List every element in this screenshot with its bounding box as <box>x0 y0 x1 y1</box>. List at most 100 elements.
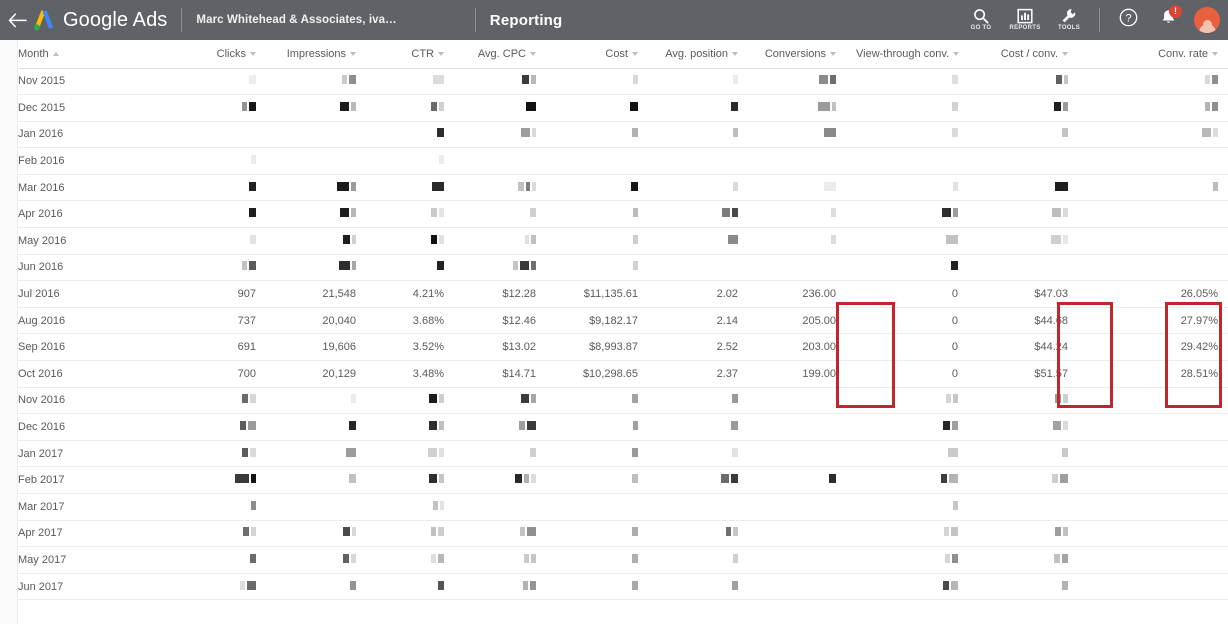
notifications-button[interactable]: ! <box>1148 0 1188 40</box>
account-name[interactable]: Marc Whitehead & Associates, iva… <box>196 14 396 26</box>
tools-button[interactable]: TOOLS <box>1047 0 1091 40</box>
redaction-block <box>726 527 731 537</box>
cell-value: 4.21% <box>366 280 454 308</box>
redaction-blocks <box>349 474 356 484</box>
cell-redacted <box>178 493 266 521</box>
cell-value: $14.71 <box>454 360 546 388</box>
table-row[interactable]: Mar 2017 <box>0 493 1228 521</box>
redaction-block <box>349 421 356 431</box>
cell-redacted <box>968 227 1078 255</box>
table-row[interactable]: May 2017 <box>0 546 1228 574</box>
chevron-down-icon[interactable] <box>530 51 536 56</box>
cell-redacted <box>266 94 366 122</box>
cell-redacted <box>266 121 366 149</box>
table-row[interactable]: Jun 2017 <box>0 573 1228 601</box>
redaction-block <box>1062 580 1068 590</box>
column-header-view-through-conv[interactable]: View-through conv. <box>846 40 968 69</box>
cell-redacted <box>546 94 648 122</box>
goto-button[interactable]: GO TO <box>959 0 1003 40</box>
table-row[interactable]: Sep 2016 691 19,606 3.52% $13.02 $8,993.87 2.5… <box>0 333 1228 362</box>
redaction-block <box>941 474 947 484</box>
redaction-block <box>340 101 349 111</box>
table-row[interactable]: Nov 2015 <box>0 68 1228 96</box>
redaction-block <box>633 261 638 271</box>
redaction-blocks <box>519 421 536 431</box>
redaction-blocks <box>946 234 958 244</box>
redaction-blocks <box>633 234 638 244</box>
redaction-blocks <box>1054 101 1068 111</box>
redaction-block <box>952 553 958 563</box>
table-row[interactable]: Nov 2016 <box>0 387 1228 415</box>
cell-redacted <box>546 227 648 255</box>
chevron-down-icon[interactable] <box>1212 51 1218 56</box>
table-row[interactable]: Mar 2016 <box>0 174 1228 202</box>
redaction-blocks <box>431 527 444 537</box>
column-header-label: Impressions <box>286 47 346 60</box>
table-row[interactable]: Feb 2017 <box>0 466 1228 494</box>
redaction-block <box>732 208 738 218</box>
cell-redacted <box>1078 200 1228 229</box>
sort-asc-icon[interactable] <box>52 51 59 56</box>
chevron-down-icon[interactable] <box>250 51 256 56</box>
table-row[interactable]: Jul 2016 907 21,548 4.21% $12.28 $11,135.61 2.… <box>0 280 1228 308</box>
table-row[interactable]: Jan 2016 <box>0 121 1228 149</box>
cell-redacted <box>1078 573 1228 601</box>
table-row[interactable]: Apr 2017 <box>0 520 1228 548</box>
back-arrow-icon[interactable] <box>0 0 34 40</box>
column-header-avg-cpc[interactable]: Avg. CPC <box>454 40 546 69</box>
google-ads-brand[interactable]: Google Ads <box>32 8 167 32</box>
column-header-cost[interactable]: Cost <box>546 40 648 69</box>
chevron-down-icon[interactable] <box>830 51 836 56</box>
cell-redacted <box>1078 546 1228 574</box>
redaction-block <box>515 474 522 484</box>
table-row[interactable]: Aug 2016 737 20,040 3.68% $12.46 $9,182.17 2.1… <box>0 307 1228 335</box>
redaction-block <box>1063 208 1068 218</box>
reports-button[interactable]: REPORTS <box>1003 0 1047 40</box>
redaction-blocks <box>1051 234 1068 244</box>
table-row[interactable]: Dec 2016 <box>0 413 1228 441</box>
table-row[interactable]: Oct 2016 700 20,129 3.48% $14.71 $10,298.65 2.… <box>0 360 1228 388</box>
cell-redacted <box>648 573 748 601</box>
table-row[interactable]: Dec 2015 <box>0 94 1228 122</box>
table-row[interactable]: Apr 2016 <box>0 200 1228 229</box>
redaction-blocks <box>243 527 256 537</box>
column-header-month[interactable]: Month <box>0 40 178 69</box>
table-row[interactable]: Feb 2016 <box>0 147 1228 175</box>
column-header-clicks[interactable]: Clicks <box>178 40 266 69</box>
cell-redacted <box>1078 94 1228 122</box>
redaction-block <box>520 527 525 537</box>
cell-redacted <box>178 200 266 229</box>
chevron-down-icon[interactable] <box>350 51 356 56</box>
redaction-block <box>250 447 256 457</box>
help-button[interactable]: ? <box>1108 0 1148 40</box>
redaction-block <box>526 181 530 191</box>
cell-redacted <box>546 546 648 574</box>
redaction-blocks <box>732 580 738 590</box>
avatar[interactable] <box>1194 7 1220 33</box>
table-row[interactable]: Jun 2016 <box>0 254 1228 282</box>
column-header-conversions[interactable]: Conversions <box>748 40 846 69</box>
cell-redacted <box>748 227 846 255</box>
table-row[interactable]: May 2016 <box>0 227 1228 255</box>
redaction-block <box>632 553 638 563</box>
table-header-row: Month Clicks Impressions CTR Avg. CPC Cost Avg… <box>0 40 1228 69</box>
redaction-block <box>249 101 256 111</box>
chevron-down-icon[interactable] <box>632 51 638 56</box>
chevron-down-icon[interactable] <box>1062 51 1068 56</box>
redaction-blocks <box>337 181 356 191</box>
redaction-blocks <box>526 101 536 111</box>
column-header-ctr[interactable]: CTR <box>366 40 454 69</box>
column-header-conv-rate[interactable]: Conv. rate <box>1078 40 1228 69</box>
cell-redacted <box>266 68 366 96</box>
chevron-down-icon[interactable] <box>438 51 444 56</box>
chevron-down-icon[interactable] <box>953 51 960 56</box>
column-header-cost-conv[interactable]: Cost / conv. <box>968 40 1078 69</box>
redaction-blocks <box>429 474 444 484</box>
chevron-down-icon[interactable] <box>732 51 738 56</box>
redaction-block <box>632 128 638 138</box>
table-row[interactable]: Jan 2017 <box>0 440 1228 468</box>
cell-value: 2.52 <box>648 333 748 362</box>
column-header-avg-position[interactable]: Avg. position <box>648 40 748 69</box>
column-header-impressions[interactable]: Impressions <box>266 40 366 69</box>
cell-value: $9,182.17 <box>546 307 648 335</box>
